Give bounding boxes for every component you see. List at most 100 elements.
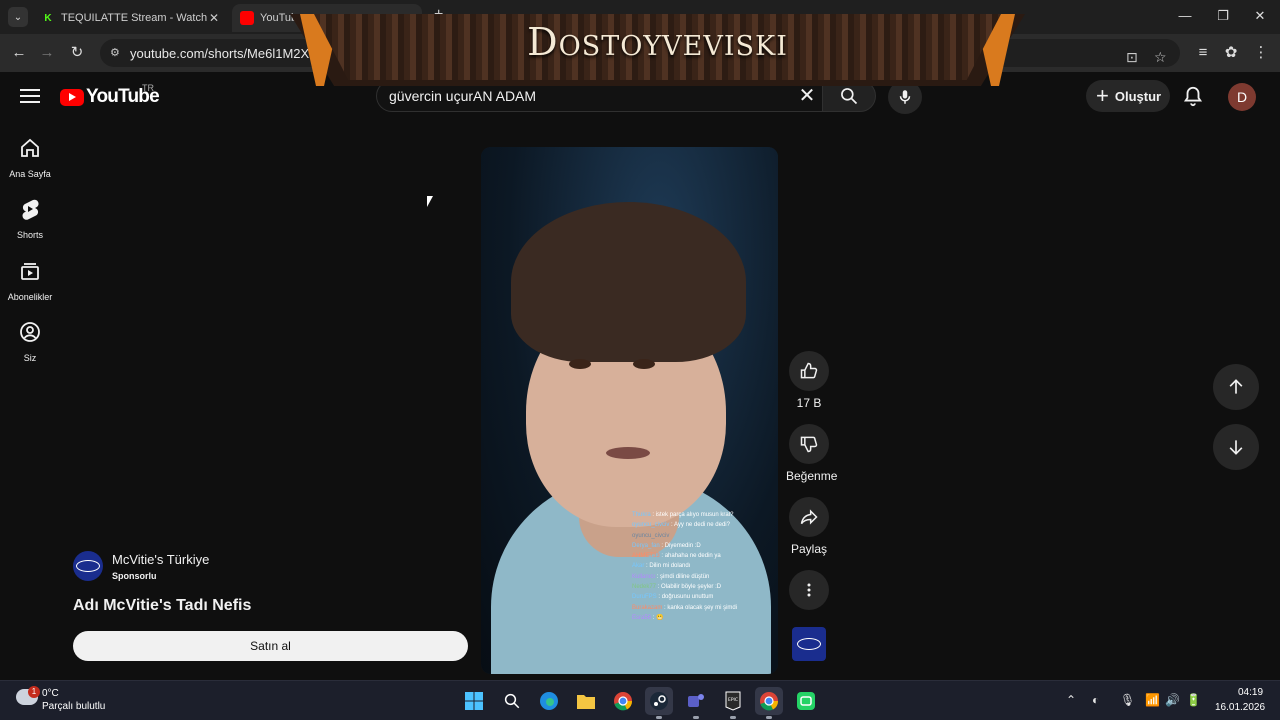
minimize-icon[interactable]: — (1170, 8, 1200, 23)
ad-channel-name[interactable]: McVitie's Türkiye (112, 552, 209, 567)
chat-message: DuruFPS : doğrusunu unuttum (632, 594, 714, 601)
chat-message: oyuncu_civciv (632, 532, 670, 539)
chrome-app-active[interactable] (755, 687, 783, 719)
running-indicator (766, 716, 772, 719)
create-button[interactable]: + Oluştur (1086, 80, 1170, 112)
sidebar-item-you[interactable]: Siz (0, 320, 60, 363)
sidebar-item-subscriptions[interactable]: Abonelikler (0, 259, 60, 302)
more-vertical-icon (807, 583, 811, 597)
search-icon (841, 88, 858, 105)
sidebar-item-label: Shorts (16, 230, 43, 240)
sponsor-channel-thumbnail[interactable] (792, 627, 826, 661)
reload-icon[interactable]: ↻ (68, 44, 86, 62)
mouse-cursor-icon (427, 196, 433, 207)
country-code: TR (142, 83, 154, 93)
chrome-icon (614, 692, 633, 711)
ad-buy-button[interactable]: Satın al (73, 631, 468, 661)
battery-icon[interactable]: 🔋 (1186, 693, 1201, 707)
sidebar-item-shorts[interactable]: Shorts (0, 197, 60, 240)
thumbs-up-icon (800, 362, 818, 379)
steam-app[interactable] (645, 687, 673, 719)
teams-app[interactable] (682, 687, 710, 719)
ad-title: Adı McVitie's Tadı Nefis (73, 597, 252, 614)
install-app-icon[interactable]: ⊡ (1126, 49, 1138, 66)
browser-tab-kick[interactable]: K TEQUILATTE Stream - Watch Liv ✕ (33, 4, 229, 32)
video-person-hair (511, 202, 746, 362)
site-info-icon[interactable]: ⚙ (110, 46, 124, 60)
guide-menu-icon[interactable] (20, 86, 40, 104)
clear-search-icon[interactable]: ✕ (796, 86, 818, 108)
next-short-button[interactable] (1213, 424, 1259, 470)
weather-description[interactable]: Parçalı bulutlu (42, 701, 105, 712)
close-window-icon[interactable]: ✕ (1245, 8, 1275, 24)
chat-app-icon (797, 692, 815, 710)
weather-badge: 1 (28, 686, 40, 698)
microphone-tray-icon[interactable]: 🎙 (1120, 693, 1135, 707)
bookmark-star-icon[interactable]: ☆ (1154, 49, 1167, 66)
extensions-icon[interactable]: ✿ (1222, 44, 1240, 62)
tray-app-icon[interactable]: ◐ (1092, 693, 1099, 707)
tab-search-chevron-icon[interactable]: ⌄ (8, 7, 28, 27)
mcvities-logo-icon (797, 638, 821, 650)
clock-date[interactable]: 16.01.2026 (1215, 702, 1265, 713)
more-circle[interactable] (789, 570, 829, 610)
steam-icon (650, 692, 668, 710)
sidebar-item-label: Siz (23, 353, 37, 363)
chat-message: oyuncu_civciv : Ayy ne dedi ne dedi? (632, 522, 730, 529)
notifications-bell-icon[interactable] (1182, 84, 1204, 108)
file-explorer-app[interactable] (572, 687, 600, 715)
chat-message: Akar : Dilin mi dolandı (632, 563, 691, 570)
whatsapp-app[interactable] (792, 687, 820, 715)
show-hidden-icons-icon[interactable]: ⌃ (1066, 693, 1076, 707)
start-button[interactable] (460, 687, 488, 715)
taskbar-search[interactable] (498, 687, 526, 715)
you-icon (20, 322, 40, 342)
dislike-button[interactable]: Beğenme (786, 424, 837, 483)
sidebar-item-home[interactable]: Ana Sayfa (0, 136, 60, 179)
weather-temperature[interactable]: 0°C (42, 688, 59, 699)
short-video-player[interactable]: Thukra : istek parça alıyo musun kral? o… (481, 147, 778, 674)
share-button[interactable]: Paylaş (786, 497, 832, 556)
previous-short-button[interactable] (1213, 364, 1259, 410)
media-controls-icon[interactable]: ≡ (1194, 44, 1212, 62)
chat-message: Nedek77 : Olabilir böyle şeyler :D (632, 584, 722, 591)
tab-close-icon[interactable]: ✕ (207, 11, 221, 25)
kick-favicon-icon: K (44, 12, 52, 24)
chat-message: Kullanıcı : şimdi diline düştün (632, 573, 710, 580)
video-person-eye (633, 359, 655, 369)
volume-icon[interactable]: 🔊 (1165, 693, 1180, 707)
restore-icon[interactable]: ❐ (1208, 8, 1238, 24)
share-label: Paylaş (790, 542, 828, 556)
clock-time[interactable]: 04:19 (1238, 687, 1263, 698)
ad-channel-logo[interactable] (73, 551, 103, 581)
youtube-favicon-icon (240, 11, 254, 25)
chrome-app[interactable] (609, 687, 637, 715)
like-button[interactable]: 17 B (786, 351, 832, 410)
forward-icon[interactable]: → (38, 44, 56, 62)
account-avatar[interactable]: D (1228, 83, 1256, 111)
edge-app[interactable] (535, 687, 563, 715)
wifi-icon[interactable]: 📶 (1145, 693, 1160, 707)
folder-icon (577, 695, 595, 709)
svg-text:EPIC: EPIC (728, 697, 738, 703)
chat-message: AHMET33 : ahahaha ne dedin ya (632, 553, 721, 560)
youtube-logo[interactable]: YouTube TR (60, 83, 160, 108)
share-circle[interactable] (789, 497, 829, 537)
running-indicator (693, 716, 699, 719)
ad-sponsored-label: Sponsorlu (112, 571, 157, 581)
thumbs-down-icon (800, 436, 818, 453)
like-circle[interactable] (789, 351, 829, 391)
teams-icon (688, 694, 704, 707)
tab-title: TEQUILATTE Stream - Watch Liv (61, 12, 207, 24)
back-icon[interactable]: ← (10, 44, 28, 62)
video-person-eye (569, 359, 591, 369)
epic-games-app[interactable]: EPIC (719, 687, 747, 719)
search-query-text[interactable]: güvercin uçurAN ADAM (389, 88, 536, 104)
share-icon (800, 509, 818, 525)
more-actions-button[interactable] (786, 570, 832, 610)
dislike-circle[interactable] (789, 424, 829, 464)
running-indicator (656, 716, 662, 719)
sidebar-item-label: Ana Sayfa (9, 169, 51, 179)
browser-menu-icon[interactable]: ⋮ (1252, 44, 1270, 62)
epic-games-icon: EPIC (725, 691, 741, 711)
